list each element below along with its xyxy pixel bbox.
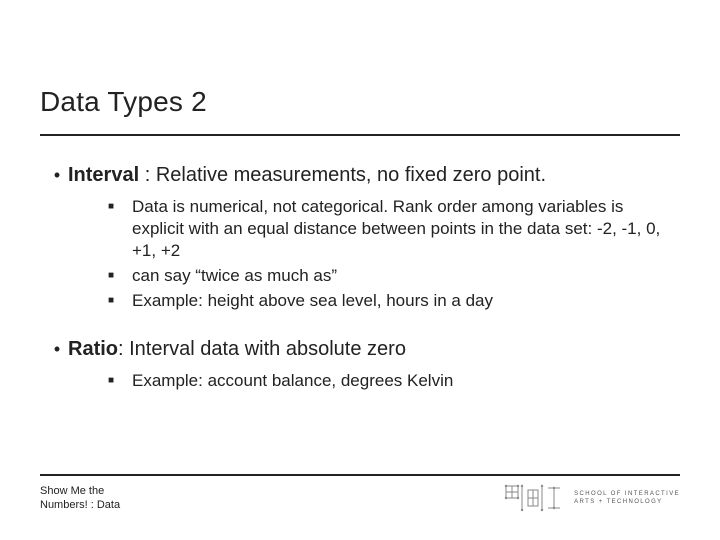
footer-right: SCHOOL OF INTERACTIVE ARTS + TECHNOLOGY xyxy=(504,484,680,512)
title-rule xyxy=(40,134,680,136)
sublist-text: Data is numerical, not categorical. Rank… xyxy=(132,196,680,262)
sublist-text: can say “twice as much as” xyxy=(132,265,337,287)
footer-left-text: Show Me the Numbers! : Data xyxy=(40,484,150,512)
footer: Show Me the Numbers! : Data xyxy=(40,474,680,512)
list-item-text: Interval : Relative measurements, no fix… xyxy=(68,162,546,188)
term-desc: : Interval data with absolute zero xyxy=(118,338,406,360)
bullet-icon: • xyxy=(46,162,68,188)
square-bullet-icon: ■ xyxy=(108,370,132,392)
term-label: Interval xyxy=(68,164,139,186)
square-bullet-icon: ■ xyxy=(108,290,132,312)
sublist-item: ■ Data is numerical, not categorical. Ra… xyxy=(108,196,680,262)
footer-rule xyxy=(40,474,680,476)
term-label: Ratio xyxy=(68,338,118,360)
sublist-text: Example: height above sea level, hours i… xyxy=(132,290,493,312)
list-item-interval: • Interval : Relative measurements, no f… xyxy=(46,162,680,188)
sublist-item: ■ Example: account balance, degrees Kelv… xyxy=(108,370,680,392)
sublist-text: Example: account balance, degrees Kelvin xyxy=(132,370,453,392)
square-bullet-icon: ■ xyxy=(108,196,132,262)
content-area: • Interval : Relative measurements, no f… xyxy=(40,162,680,392)
sublist-interval: ■ Data is numerical, not categorical. Ra… xyxy=(108,196,680,312)
list-item-text: Ratio: Interval data with absolute zero xyxy=(68,336,406,362)
sublist-ratio: ■ Example: account balance, degrees Kelv… xyxy=(108,370,680,392)
sublist-item: ■ can say “twice as much as” xyxy=(108,265,680,287)
footer-org-line1: SCHOOL OF INTERACTIVE xyxy=(574,490,680,498)
sublist-item: ■ Example: height above sea level, hours… xyxy=(108,290,680,312)
slide: Data Types 2 • Interval : Relative measu… xyxy=(0,0,720,540)
list-item-ratio: • Ratio: Interval data with absolute zer… xyxy=(46,336,680,362)
footer-org: SCHOOL OF INTERACTIVE ARTS + TECHNOLOGY xyxy=(574,490,680,506)
bullet-icon: • xyxy=(46,336,68,362)
term-desc: : Relative measurements, no fixed zero p… xyxy=(139,164,546,186)
footer-org-line2: ARTS + TECHNOLOGY xyxy=(574,498,680,506)
footer-row: Show Me the Numbers! : Data xyxy=(40,484,680,512)
siat-logo-icon xyxy=(504,484,564,512)
slide-title: Data Types 2 xyxy=(40,86,680,118)
square-bullet-icon: ■ xyxy=(108,265,132,287)
